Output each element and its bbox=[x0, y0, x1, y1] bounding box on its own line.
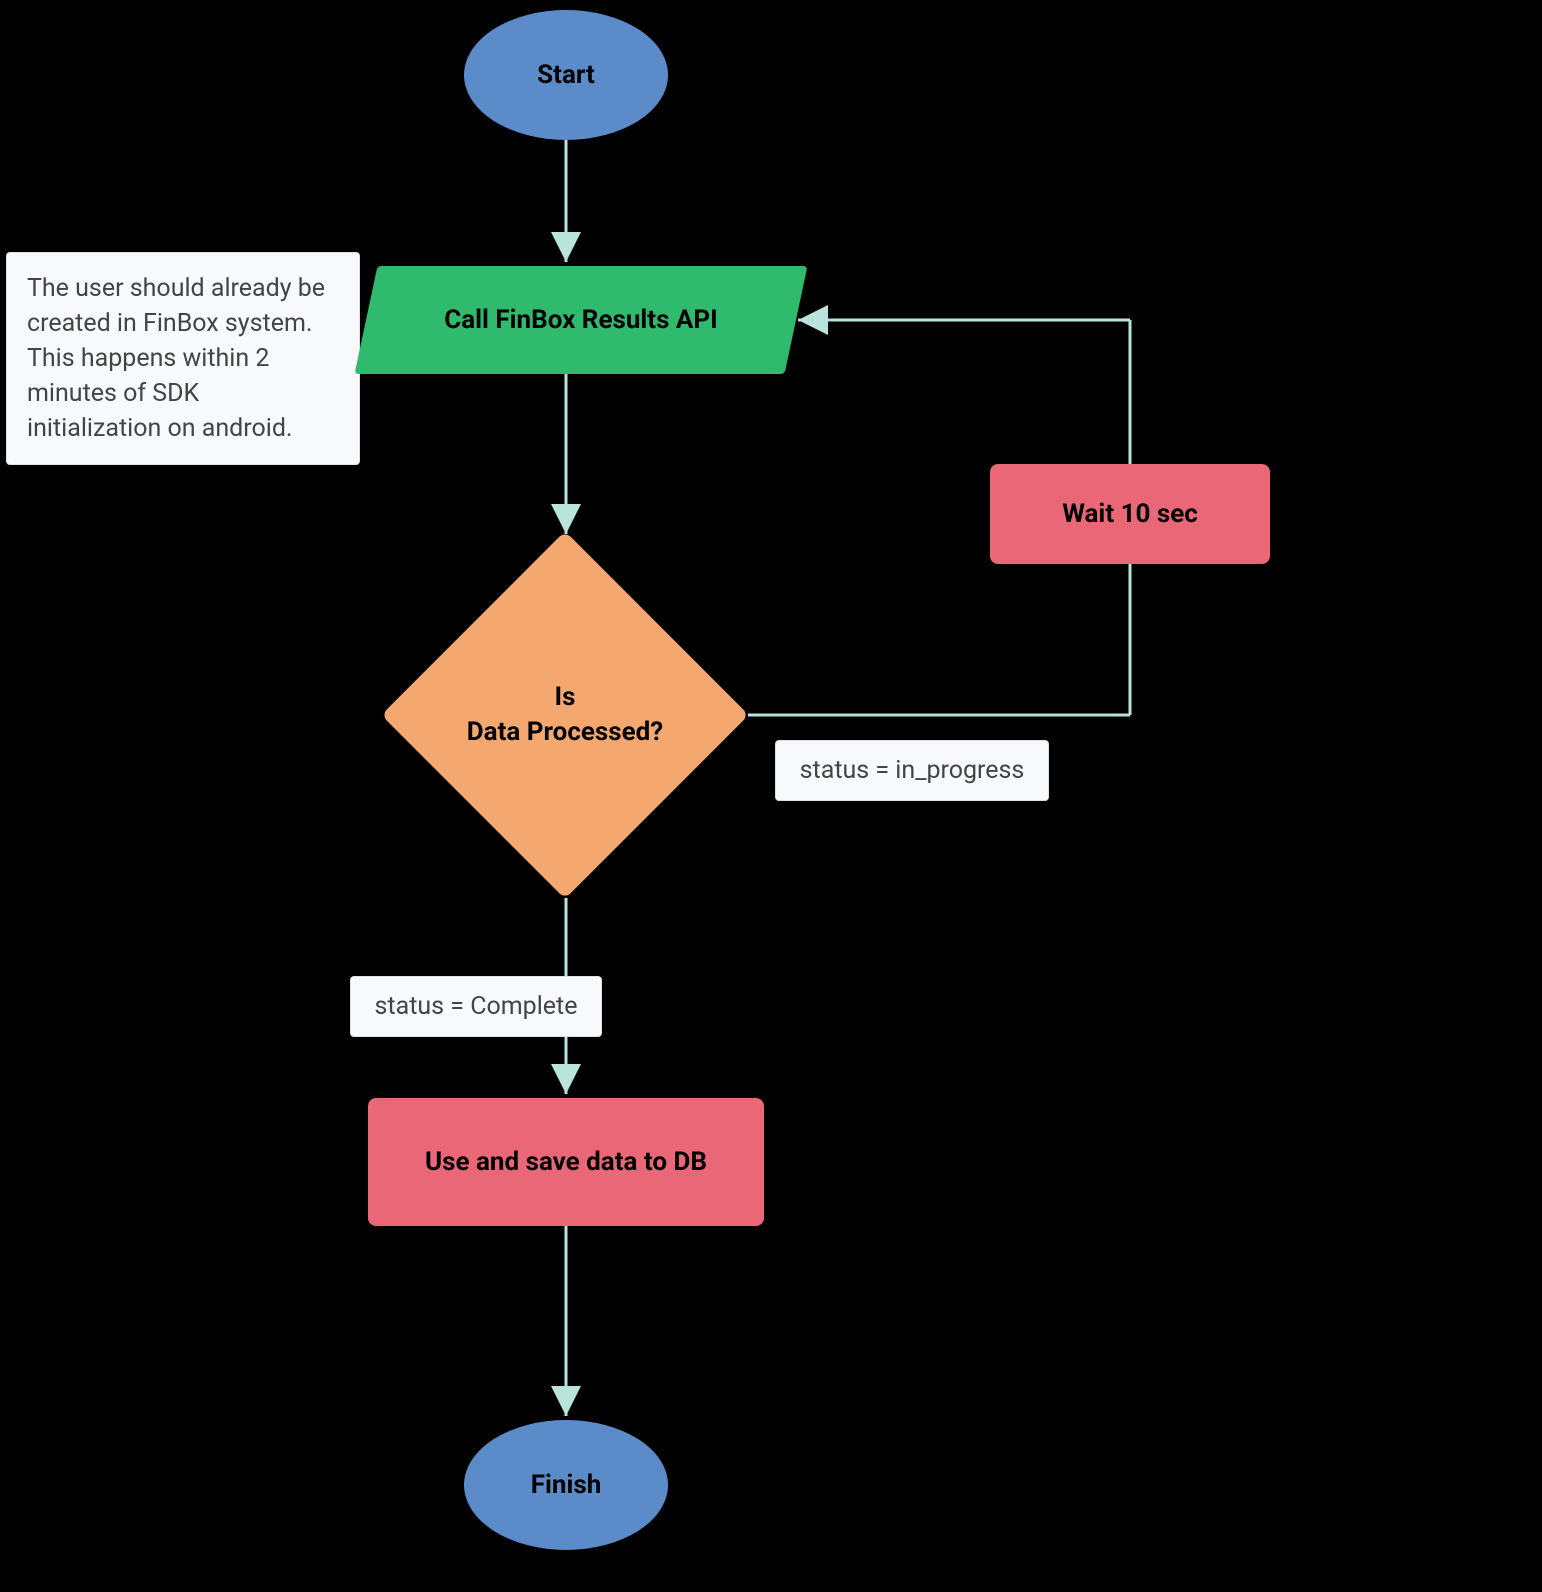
finish-label: Finish bbox=[531, 1470, 602, 1500]
decision-line1: Is bbox=[555, 682, 576, 712]
note-in-progress-text: status = in_progress bbox=[800, 753, 1025, 788]
flowchart: Start The user should already be created… bbox=[0, 0, 1542, 1592]
save-db-label: Use and save data to DB bbox=[425, 1147, 707, 1177]
decision-line2: Data Processed? bbox=[467, 717, 663, 747]
note-complete: status = Complete bbox=[350, 976, 602, 1037]
wait-node: Wait 10 sec bbox=[990, 464, 1270, 564]
finish-node: Finish bbox=[464, 1420, 668, 1550]
decision-node: Is Data Processed? bbox=[380, 530, 750, 900]
start-label: Start bbox=[537, 60, 595, 90]
start-node: Start bbox=[464, 10, 668, 140]
connectors bbox=[0, 0, 1542, 1592]
note-complete-text: status = Complete bbox=[375, 989, 578, 1024]
decision-label: Is Data Processed? bbox=[467, 680, 663, 750]
call-api-label: Call FinBox Results API bbox=[444, 305, 718, 335]
note-in-progress: status = in_progress bbox=[775, 740, 1049, 801]
save-db-node: Use and save data to DB bbox=[368, 1098, 764, 1226]
call-api-node: Call FinBox Results API bbox=[366, 266, 796, 374]
note-user-created: The user should already be created in Fi… bbox=[6, 252, 360, 465]
note-user-text: The user should already be created in Fi… bbox=[27, 271, 339, 446]
wait-label: Wait 10 sec bbox=[1062, 499, 1198, 529]
